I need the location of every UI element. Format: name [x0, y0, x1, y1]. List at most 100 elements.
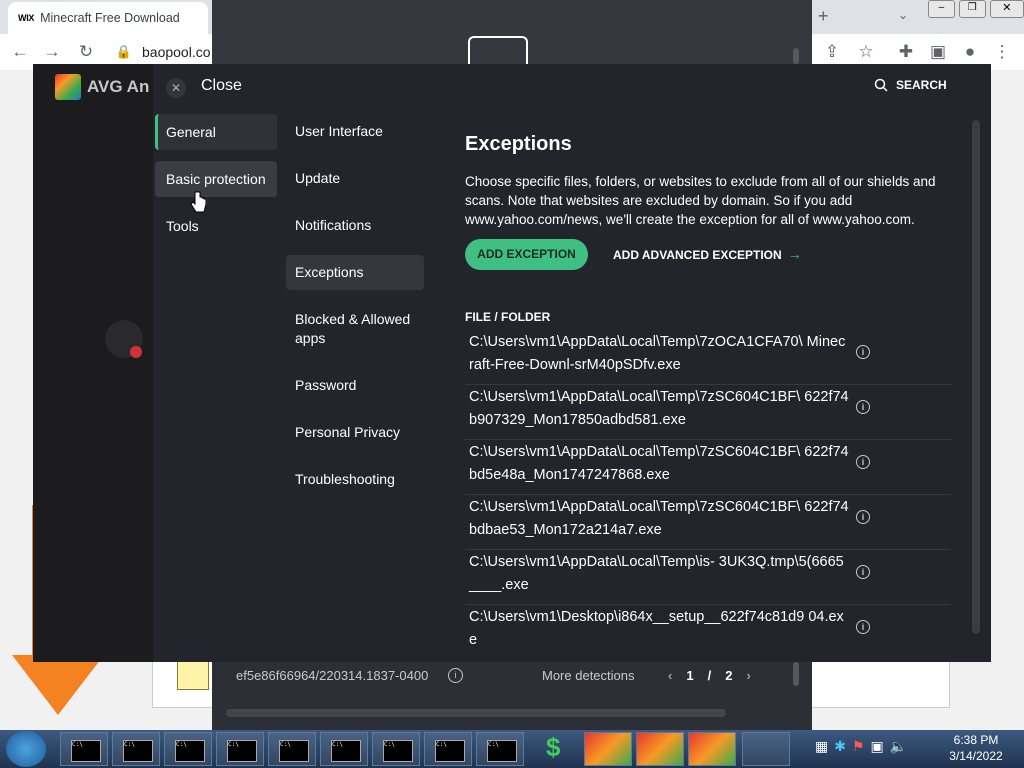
nav-tools[interactable]: Tools — [155, 208, 277, 244]
exception-row[interactable]: C:\Users\vm1\AppData\Local\Temp\7zSC604C… — [465, 385, 951, 440]
taskbar-cmd-window[interactable]: C:\ — [320, 732, 368, 766]
taskbar-app-window[interactable] — [742, 732, 790, 766]
footer-scrollbar[interactable] — [793, 662, 799, 686]
page-separator: / — [707, 668, 712, 683]
nav-exceptions[interactable]: Exceptions — [286, 255, 424, 290]
cmd-icon: C:\ — [487, 740, 517, 762]
window-controls: – ❐ ✕ — [928, 0, 1024, 18]
exception-path: C:\Users\vm1\AppData\Local\Temp\7zSC604C… — [469, 444, 849, 483]
nav-general[interactable]: General — [155, 114, 277, 150]
settings-scrollbar[interactable] — [972, 120, 980, 634]
exception-path: C:\Users\vm1\AppData\Local\Temp\7zSC604C… — [469, 499, 849, 538]
search-button[interactable]: SEARCH — [874, 78, 947, 92]
exception-row[interactable]: C:\Users\vm1\Desktop\i864x__setup__622f7… — [465, 605, 951, 660]
nav-update[interactable]: Update — [286, 161, 424, 196]
system-tray: ▦ ✱ ⚑ ▣ 🔈 — [815, 738, 907, 755]
cmd-icon: C:\ — [435, 740, 465, 762]
close-window-icon[interactable]: ✕ — [989, 0, 1024, 18]
tab-list-chevron-icon[interactable]: ⌄ — [898, 8, 908, 22]
avg-logo: AVG An — [55, 74, 149, 100]
start-button-icon[interactable] — [6, 731, 46, 767]
taskbar-avg-window[interactable] — [688, 732, 736, 766]
back-icon[interactable]: ← — [8, 34, 32, 70]
page-description: Choose specific files, folders, or websi… — [465, 174, 936, 227]
behind-scrollbar[interactable] — [793, 48, 799, 64]
nav-password[interactable]: Password — [286, 368, 424, 403]
info-icon[interactable]: i — [856, 455, 870, 469]
add-advanced-label: ADD ADVANCED EXCEPTION — [613, 248, 782, 262]
info-icon[interactable]: i — [856, 400, 870, 414]
exception-row[interactable]: C:\Users\vm1\AppData\Local\Temp\is- 3UK3… — [465, 550, 951, 605]
taskbar-cmd-window[interactable]: C:\ — [424, 732, 472, 766]
page-current: 1 — [686, 668, 694, 683]
new-tab-icon[interactable]: + — [818, 6, 829, 27]
nav-personal-privacy[interactable]: Personal Privacy — [286, 415, 424, 450]
close-icon[interactable]: ✕ — [166, 78, 186, 98]
taskbar-cmd-window[interactable]: C:\ — [476, 732, 524, 766]
dollar-app-icon[interactable]: $ — [546, 732, 560, 763]
cmd-icon: C:\ — [123, 740, 153, 762]
taskbar-avg-window[interactable] — [584, 732, 632, 766]
browser-tab[interactable]: WIX Minecraft Free Download — [8, 2, 208, 34]
nav-user-interface[interactable]: User Interface — [286, 114, 424, 149]
info-icon[interactable]: i — [856, 620, 870, 634]
cmd-icon: C:\ — [227, 740, 257, 762]
info-icon[interactable]: i — [448, 668, 463, 683]
orange-arrow-icon — [12, 655, 104, 715]
page-total: 2 — [725, 668, 733, 683]
add-exception-button[interactable]: ADD EXCEPTION — [465, 239, 588, 270]
cmd-icon: C:\ — [71, 740, 101, 762]
pager: ‹ 1 / 2 › — [668, 668, 751, 683]
taskbar-clock[interactable]: 6:38 PM 3/14/2022 — [946, 732, 1006, 764]
taskbar-cmd-window[interactable]: C:\ — [216, 732, 264, 766]
cmd-icon: C:\ — [383, 740, 413, 762]
file-icon — [177, 660, 209, 690]
tray-app-icon[interactable]: ▦ — [815, 738, 828, 755]
exception-row[interactable]: C:\Users\vm1\AppData\Local\Temp\7zSC604C… — [465, 495, 951, 550]
arrow-right-icon: → — [787, 246, 802, 262]
clock-date: 3/14/2022 — [949, 749, 1003, 763]
tray-flag-icon[interactable]: ⚑ — [852, 738, 865, 755]
minimize-icon[interactable]: – — [928, 0, 955, 18]
search-icon — [874, 78, 888, 92]
clock-time: 6:38 PM — [953, 733, 999, 747]
taskbar-cmd-window[interactable]: C:\ — [372, 732, 420, 766]
tray-volume-icon[interactable]: 🔈 — [890, 738, 907, 755]
exception-row[interactable]: C:\Users\vm1\AppData\Local\Temp\7zOCA1CF… — [465, 330, 951, 385]
taskbar-cmd-window[interactable]: C:\ — [268, 732, 316, 766]
info-icon[interactable]: i — [856, 565, 870, 579]
cmd-icon: C:\ — [331, 740, 361, 762]
avg-main-window — [33, 64, 153, 662]
exception-row[interactable]: C:\Users\vm1\AppData\Local\Temp\7zSC604C… — [465, 440, 951, 495]
tab-title: Minecraft Free Download — [40, 11, 180, 25]
avg-logo-text: AVG An — [87, 77, 150, 96]
address-bar-url[interactable]: baopool.co — [142, 44, 211, 60]
search-label: SEARCH — [896, 78, 947, 92]
tray-network-icon[interactable]: ▣ — [871, 738, 884, 755]
nav-troubleshooting[interactable]: Troubleshooting — [286, 462, 424, 497]
info-icon[interactable]: i — [856, 510, 870, 524]
nav-blocked-allowed-apps[interactable]: Blocked & Allowed apps — [286, 302, 424, 356]
close-button[interactable]: Close — [201, 77, 242, 95]
info-icon[interactable]: i — [856, 345, 870, 359]
nav-basic-protection[interactable]: Basic protection — [155, 161, 277, 197]
taskbar-avg-window[interactable] — [636, 732, 684, 766]
cmd-icon: C:\ — [175, 740, 205, 762]
taskbar-cmd-window[interactable]: C:\ — [112, 732, 160, 766]
cmd-icon: C:\ — [279, 740, 309, 762]
restore-icon[interactable]: ❐ — [958, 0, 986, 18]
page-title: Exceptions — [465, 133, 572, 155]
tray-bluetooth-icon[interactable]: ✱ — [834, 738, 846, 755]
nav-notifications[interactable]: Notifications — [286, 208, 424, 243]
hand-cursor-icon — [190, 191, 206, 213]
folder-icon — [468, 36, 528, 66]
taskbar-cmd-window[interactable]: C:\ — [164, 732, 212, 766]
taskbar-cmd-window[interactable]: C:\ — [60, 732, 108, 766]
prev-page-icon[interactable]: ‹ — [668, 668, 672, 683]
add-advanced-exception-button[interactable]: ADD ADVANCED EXCEPTION → — [613, 239, 802, 270]
exception-path: C:\Users\vm1\AppData\Local\Temp\is- 3UK3… — [469, 554, 844, 593]
next-page-icon[interactable]: › — [746, 668, 750, 683]
menu-icon[interactable]: ⋮ — [990, 34, 1014, 70]
horizontal-scrollbar[interactable] — [226, 709, 726, 717]
exception-path: C:\Users\vm1\AppData\Local\Temp\7zSC604C… — [469, 389, 849, 428]
